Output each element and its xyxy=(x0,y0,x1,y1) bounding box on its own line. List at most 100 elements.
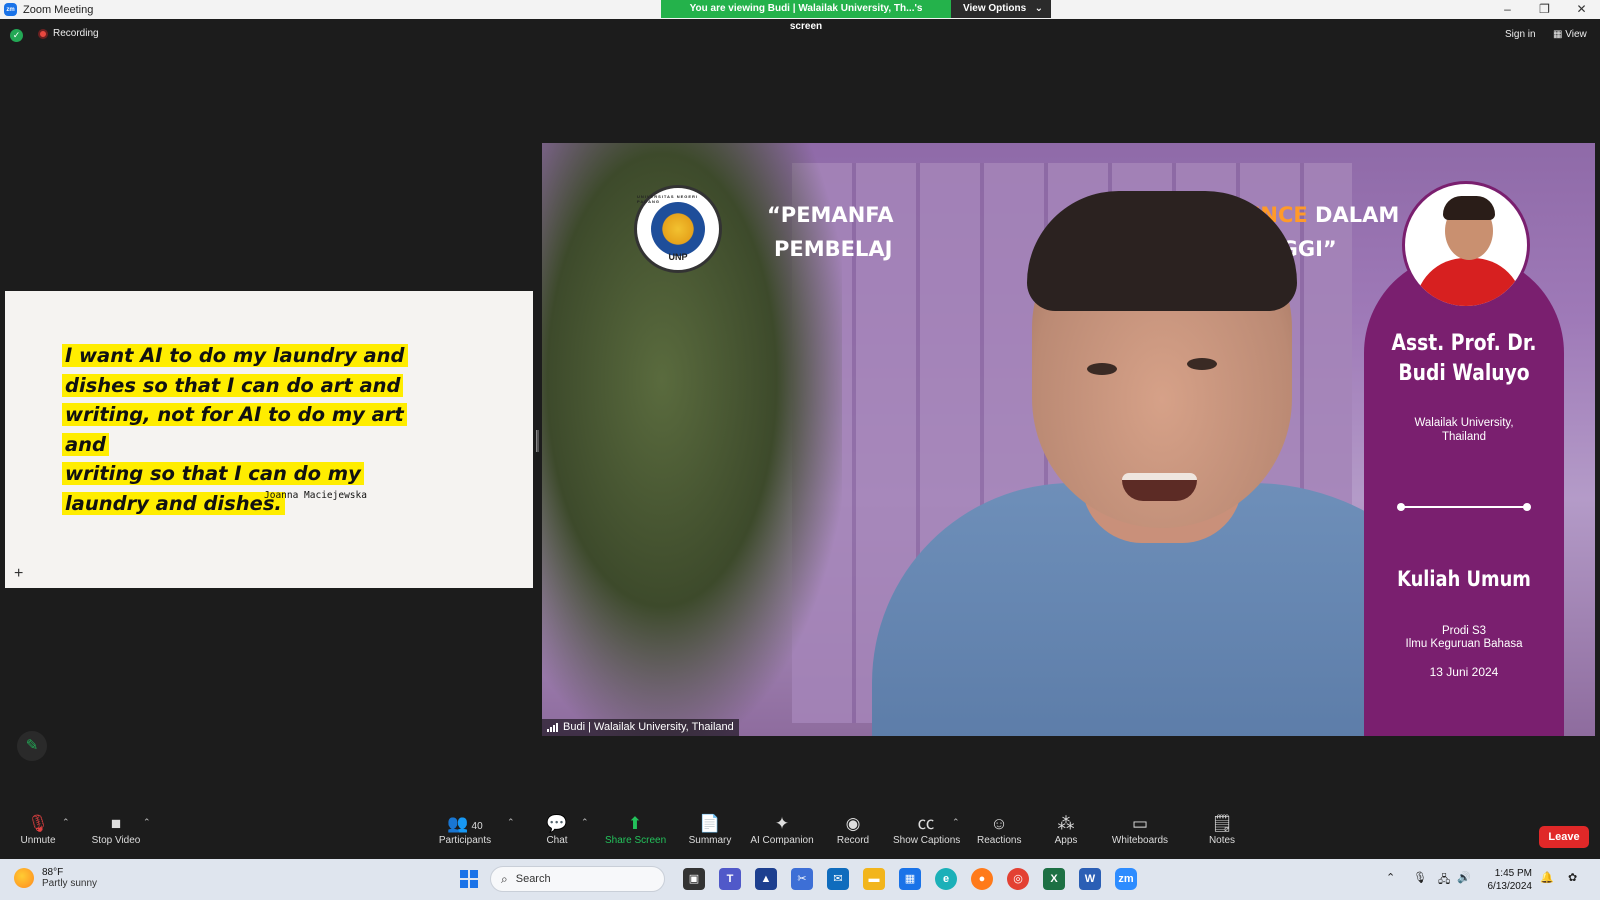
shared-screen-slide: I want AI to do my laundry and dishes so… xyxy=(5,291,533,588)
annotate-pencil-icon[interactable]: ✎ xyxy=(17,731,47,761)
clock-date: 6/13/2024 xyxy=(1487,881,1533,892)
record-button[interactable]: ◉ Record xyxy=(836,812,870,846)
stop-video-button[interactable]: ■ Stop Video xyxy=(89,812,143,846)
excel-app-icon[interactable]: X xyxy=(1043,868,1065,890)
quote-author: Joanna Maciejewska xyxy=(264,490,367,501)
restore-icon[interactable]: ❐ xyxy=(1526,0,1563,19)
task-view-icon[interactable]: ▣ xyxy=(683,868,705,890)
stop-video-label: Stop Video xyxy=(91,835,141,846)
whiteboards-label: Whiteboards xyxy=(1111,835,1169,846)
system-clock[interactable]: 1:45 PM 6/13/2024 xyxy=(1470,867,1533,893)
event-title: Kuliah Umum xyxy=(1397,567,1531,591)
share-screen-icon: ⬆ xyxy=(627,814,643,833)
lecture-title-line1: “PEMANFA xyxy=(767,203,893,227)
speaker-eye xyxy=(1087,363,1117,375)
audio-options-caret-icon[interactable]: ⌃ xyxy=(62,817,70,828)
viewing-banner-text: You are viewing Budi | Walailak Universi… xyxy=(661,0,951,32)
copilot-icon[interactable]: ✿ xyxy=(1568,871,1577,884)
participants-label: Participants xyxy=(438,835,492,846)
program-name: Prodi S3 Ilmu Keguruan Bahasa xyxy=(1364,625,1564,651)
participants-button[interactable]: 👥 40 Participants xyxy=(437,812,493,846)
logo-text: UNP xyxy=(668,252,688,262)
firefox-browser-icon[interactable]: ● xyxy=(971,868,993,890)
chat-button[interactable]: 💬 Chat xyxy=(545,812,569,846)
photo-hair xyxy=(1443,196,1495,220)
network-tray-icon[interactable]: 🖧 xyxy=(1438,871,1450,890)
program-line: Prodi S3 xyxy=(1441,625,1487,637)
notes-label: Notes xyxy=(1208,835,1236,846)
ai-companion-button[interactable]: ✦ AI Companion xyxy=(749,812,815,846)
notes-button[interactable]: 🗒 Notes xyxy=(1208,812,1236,846)
clock-time: 1:45 PM xyxy=(1494,868,1532,879)
program-line: Ilmu Keguruan Bahasa xyxy=(1405,638,1523,650)
participant-count: 40 xyxy=(471,821,483,832)
reactions-emoji-icon: ☺ xyxy=(990,814,1008,833)
view-label: View xyxy=(1565,29,1587,40)
logo-arc-text: UNIVERSITAS NEGERI PADANG xyxy=(637,194,699,204)
speaker-affiliation: Walailak University, Thailand xyxy=(1364,416,1564,444)
tray-overflow-icon[interactable]: ⌃ xyxy=(1386,871,1395,884)
participants-caret-icon[interactable]: ⌃ xyxy=(507,817,515,828)
reactions-button[interactable]: ☺ Reactions xyxy=(977,812,1021,846)
edge-browser-icon[interactable]: e xyxy=(935,868,957,890)
speaker-name: Asst. Prof. Dr. Budi Waluyo xyxy=(1379,329,1549,389)
volume-tray-icon[interactable]: 🔊 xyxy=(1457,871,1471,884)
chat-caret-icon[interactable]: ⌃ xyxy=(581,817,589,828)
security-shield-icon[interactable]: ✓ xyxy=(10,29,23,42)
view-options-label: View Options xyxy=(963,3,1027,14)
viewing-banner: You are viewing Budi | Walailak Universi… xyxy=(661,0,1051,32)
mail-app-icon[interactable]: ✉ xyxy=(827,868,849,890)
chrome-browser-icon[interactable]: ◎ xyxy=(1007,868,1029,890)
whiteboards-button[interactable]: ▭ Whiteboards xyxy=(1111,812,1169,846)
apps-button[interactable]: ⁂ Apps xyxy=(1054,812,1078,846)
windows-taskbar: 88°F Partly sunny ⌕ Search ▣ T ▲ ✂ ✉ ▬ ▦… xyxy=(0,859,1600,900)
sign-in-button[interactable]: Sign in xyxy=(1505,29,1536,40)
university-logo: UNIVERSITAS NEGERI PADANG UNP xyxy=(634,185,722,273)
apps-label: Apps xyxy=(1054,835,1078,846)
teams-app-icon[interactable]: T xyxy=(719,868,741,890)
speaker-photo xyxy=(1402,181,1530,309)
photos-app-icon[interactable]: ▲ xyxy=(755,868,777,890)
view-button[interactable]: ▦ View xyxy=(1553,29,1587,40)
record-icon: ◉ xyxy=(845,814,861,833)
word-app-icon[interactable]: W xyxy=(1079,868,1101,890)
summary-label: Summary xyxy=(688,835,732,846)
speaker-info-panel xyxy=(1364,253,1564,736)
weather-condition: Partly sunny xyxy=(42,878,98,889)
window-titlebar: zm Zoom Meeting You are viewing Budi | W… xyxy=(0,0,1600,32)
event-date: 13 Juni 2024 xyxy=(1429,665,1499,679)
whiteboard-icon: ▭ xyxy=(1131,814,1149,833)
snipping-app-icon[interactable]: ✂ xyxy=(791,868,813,890)
store-app-icon[interactable]: ▦ xyxy=(899,868,921,890)
speaker-video[interactable]: UNIVERSITAS NEGERI PADANG UNP “PEMANFA C… xyxy=(542,143,1595,736)
meeting-toolbar: 🎙 Unmute ⌃ ■ Stop Video ⌃ 👥 40 Participan… xyxy=(0,812,1600,859)
show-captions-button[interactable]: ㏄ Show Captions xyxy=(893,812,960,846)
summary-button[interactable]: 📄 Summary xyxy=(687,812,733,846)
windows-start-icon[interactable] xyxy=(460,870,478,888)
video-options-caret-icon[interactable]: ⌃ xyxy=(143,817,151,828)
leave-button[interactable]: Leave xyxy=(1539,826,1589,848)
search-placeholder: Search xyxy=(515,873,551,885)
minimize-icon[interactable]: – xyxy=(1489,0,1526,19)
recording-label: Recording xyxy=(53,28,99,39)
speaker-name-line: Asst. Prof. Dr. xyxy=(1391,331,1537,356)
lecture-title-line2: PEMBELAJ xyxy=(774,237,892,261)
recording-indicator[interactable]: Recording xyxy=(38,28,99,39)
split-resize-handle[interactable] xyxy=(536,430,539,452)
unmute-button[interactable]: 🎙 Unmute xyxy=(18,812,58,846)
microphone-tray-icon[interactable]: 🎙 xyxy=(1413,871,1427,884)
share-screen-button[interactable]: ⬆ Share Screen xyxy=(605,812,666,846)
taskbar-search[interactable]: ⌕ Search xyxy=(490,866,665,892)
quote-line: laundry and dishes. xyxy=(62,491,285,515)
record-dot-icon xyxy=(38,28,48,39)
close-icon[interactable]: ✕ xyxy=(1563,0,1600,19)
captions-caret-icon[interactable]: ⌃ xyxy=(952,817,960,828)
notification-bell-icon[interactable]: 🔔 xyxy=(1540,871,1554,884)
meeting-topbar: ✓ Recording Sign in ▦ View xyxy=(0,19,1600,51)
participant-nametag: Budi | Walailak University, Thailand xyxy=(542,719,739,736)
zoom-app-icon[interactable]: zm xyxy=(1115,868,1137,890)
file-explorer-icon[interactable]: ▬ xyxy=(863,868,885,890)
participant-name: Budi | Walailak University, Thailand xyxy=(563,721,734,733)
weather-widget[interactable]: 88°F Partly sunny xyxy=(14,867,97,889)
view-options-button[interactable]: View Options ⌄ xyxy=(951,0,1051,18)
